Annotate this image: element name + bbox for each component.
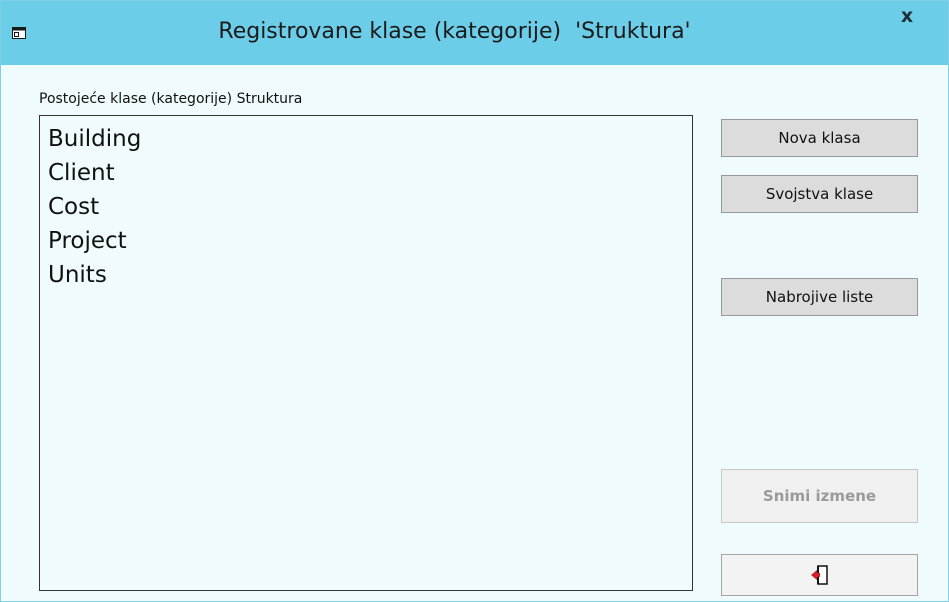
close-button[interactable]: x bbox=[881, 1, 933, 31]
enumerated-lists-button[interactable]: Nabrojive liste bbox=[721, 278, 918, 316]
new-class-button[interactable]: Nova klasa bbox=[721, 119, 918, 157]
save-changes-button[interactable]: Snimi izmene bbox=[721, 469, 918, 523]
list-item[interactable]: Units bbox=[48, 258, 692, 292]
app-window-icon bbox=[12, 27, 26, 39]
list-item[interactable]: Cost bbox=[48, 190, 692, 224]
exit-button[interactable] bbox=[721, 554, 918, 596]
list-item[interactable]: Building bbox=[48, 122, 692, 156]
close-icon: x bbox=[900, 5, 914, 27]
title-bar[interactable]: Registrovane klase (kategorije) 'Struktu… bbox=[1, 1, 948, 65]
registered-classes-dialog: Registrovane klase (kategorije) 'Struktu… bbox=[0, 0, 949, 602]
classes-listbox[interactable]: Building Client Cost Project Units bbox=[39, 115, 693, 591]
classes-list-label: Postojeće klase (kategorije) Struktura bbox=[39, 91, 303, 107]
class-properties-button[interactable]: Svojstva klase bbox=[721, 175, 918, 213]
list-item[interactable]: Project bbox=[48, 224, 692, 258]
window-title: Registrovane klase (kategorije) 'Struktu… bbox=[218, 19, 691, 44]
list-item[interactable]: Client bbox=[48, 156, 692, 190]
exit-door-icon bbox=[810, 565, 828, 585]
